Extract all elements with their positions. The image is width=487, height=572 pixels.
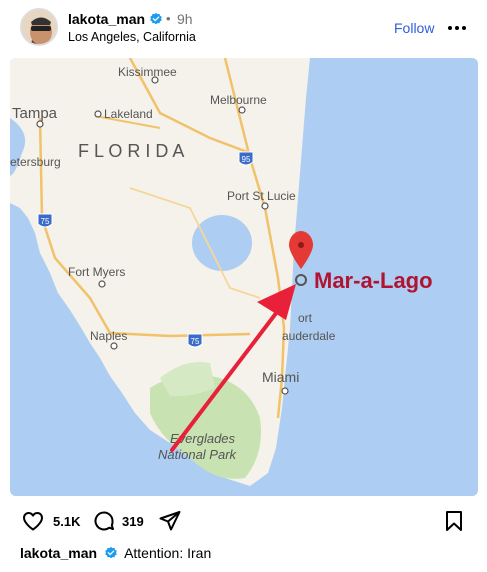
verified-badge-icon <box>150 12 162 25</box>
follow-button[interactable]: Follow <box>394 20 434 36</box>
map-label-national-park: National Park <box>158 447 238 462</box>
hwy-95-shield: 95 <box>238 151 254 166</box>
avatar[interactable] <box>20 8 58 46</box>
post-image-map[interactable]: Kissimmee Tampa Lakeland Melbourne F L O… <box>10 58 478 496</box>
map-label-melbourne: Melbourne <box>210 93 267 107</box>
map-label-florida: F L O R I D A <box>78 141 184 161</box>
like-count[interactable]: 5.1K <box>53 514 80 529</box>
map-label-lauderdale: auderdale <box>282 329 336 343</box>
more-options-icon[interactable] <box>446 18 468 38</box>
city-dot-miami <box>281 387 289 395</box>
verified-badge-icon <box>105 546 117 559</box>
map-label-fort-myers: Fort Myers <box>68 265 125 279</box>
map-label-fort: ort <box>298 311 313 325</box>
comment-count[interactable]: 319 <box>122 514 144 529</box>
comment-icon[interactable] <box>92 509 116 533</box>
city-dot-fort-myers <box>98 280 106 288</box>
lake-okeechobee <box>192 215 252 271</box>
caption: lakota_man Attention: Iran <box>20 545 211 561</box>
florida-map: Kissimmee Tampa Lakeland Melbourne F L O… <box>10 58 478 496</box>
map-label-miami: Miami <box>262 369 299 385</box>
hwy-75-shield-south: 75 <box>187 333 203 348</box>
share-icon[interactable] <box>158 509 182 533</box>
map-label-tampa: Tampa <box>12 105 58 122</box>
map-label-kissimmee: Kissimmee <box>118 65 177 79</box>
hwy-75-shield-north: 75 <box>37 213 53 228</box>
svg-text:95: 95 <box>242 155 251 164</box>
action-bar: 5.1K 319 <box>0 505 487 539</box>
city-dot-lakeland <box>94 110 102 118</box>
city-dot-naples <box>110 342 118 350</box>
city-dot-melbourne <box>238 106 246 114</box>
username[interactable]: lakota_man <box>68 11 145 27</box>
heart-icon[interactable] <box>20 509 46 533</box>
svg-text:75: 75 <box>41 217 50 226</box>
bookmark-icon[interactable] <box>443 509 465 533</box>
svg-text:75: 75 <box>191 337 200 346</box>
map-label-port-st-lucie: Port St Lucie <box>227 189 296 203</box>
post-location[interactable]: Los Angeles, California <box>68 30 196 44</box>
caption-text: Attention: Iran <box>124 545 212 561</box>
caption-username[interactable]: lakota_man <box>20 545 97 561</box>
post-header: lakota_man • 9h Los Angeles, California … <box>0 0 487 56</box>
map-label-naples: Naples <box>90 329 127 343</box>
time-separator: • <box>166 11 171 26</box>
city-dot-port-st-lucie <box>261 202 269 210</box>
map-label-lakeland: Lakeland <box>104 107 153 121</box>
map-label-petersburg: etersburg <box>10 155 61 169</box>
post-time: 9h <box>177 11 193 27</box>
map-label-mar-a-lago: Mar-a-Lago <box>314 268 433 293</box>
